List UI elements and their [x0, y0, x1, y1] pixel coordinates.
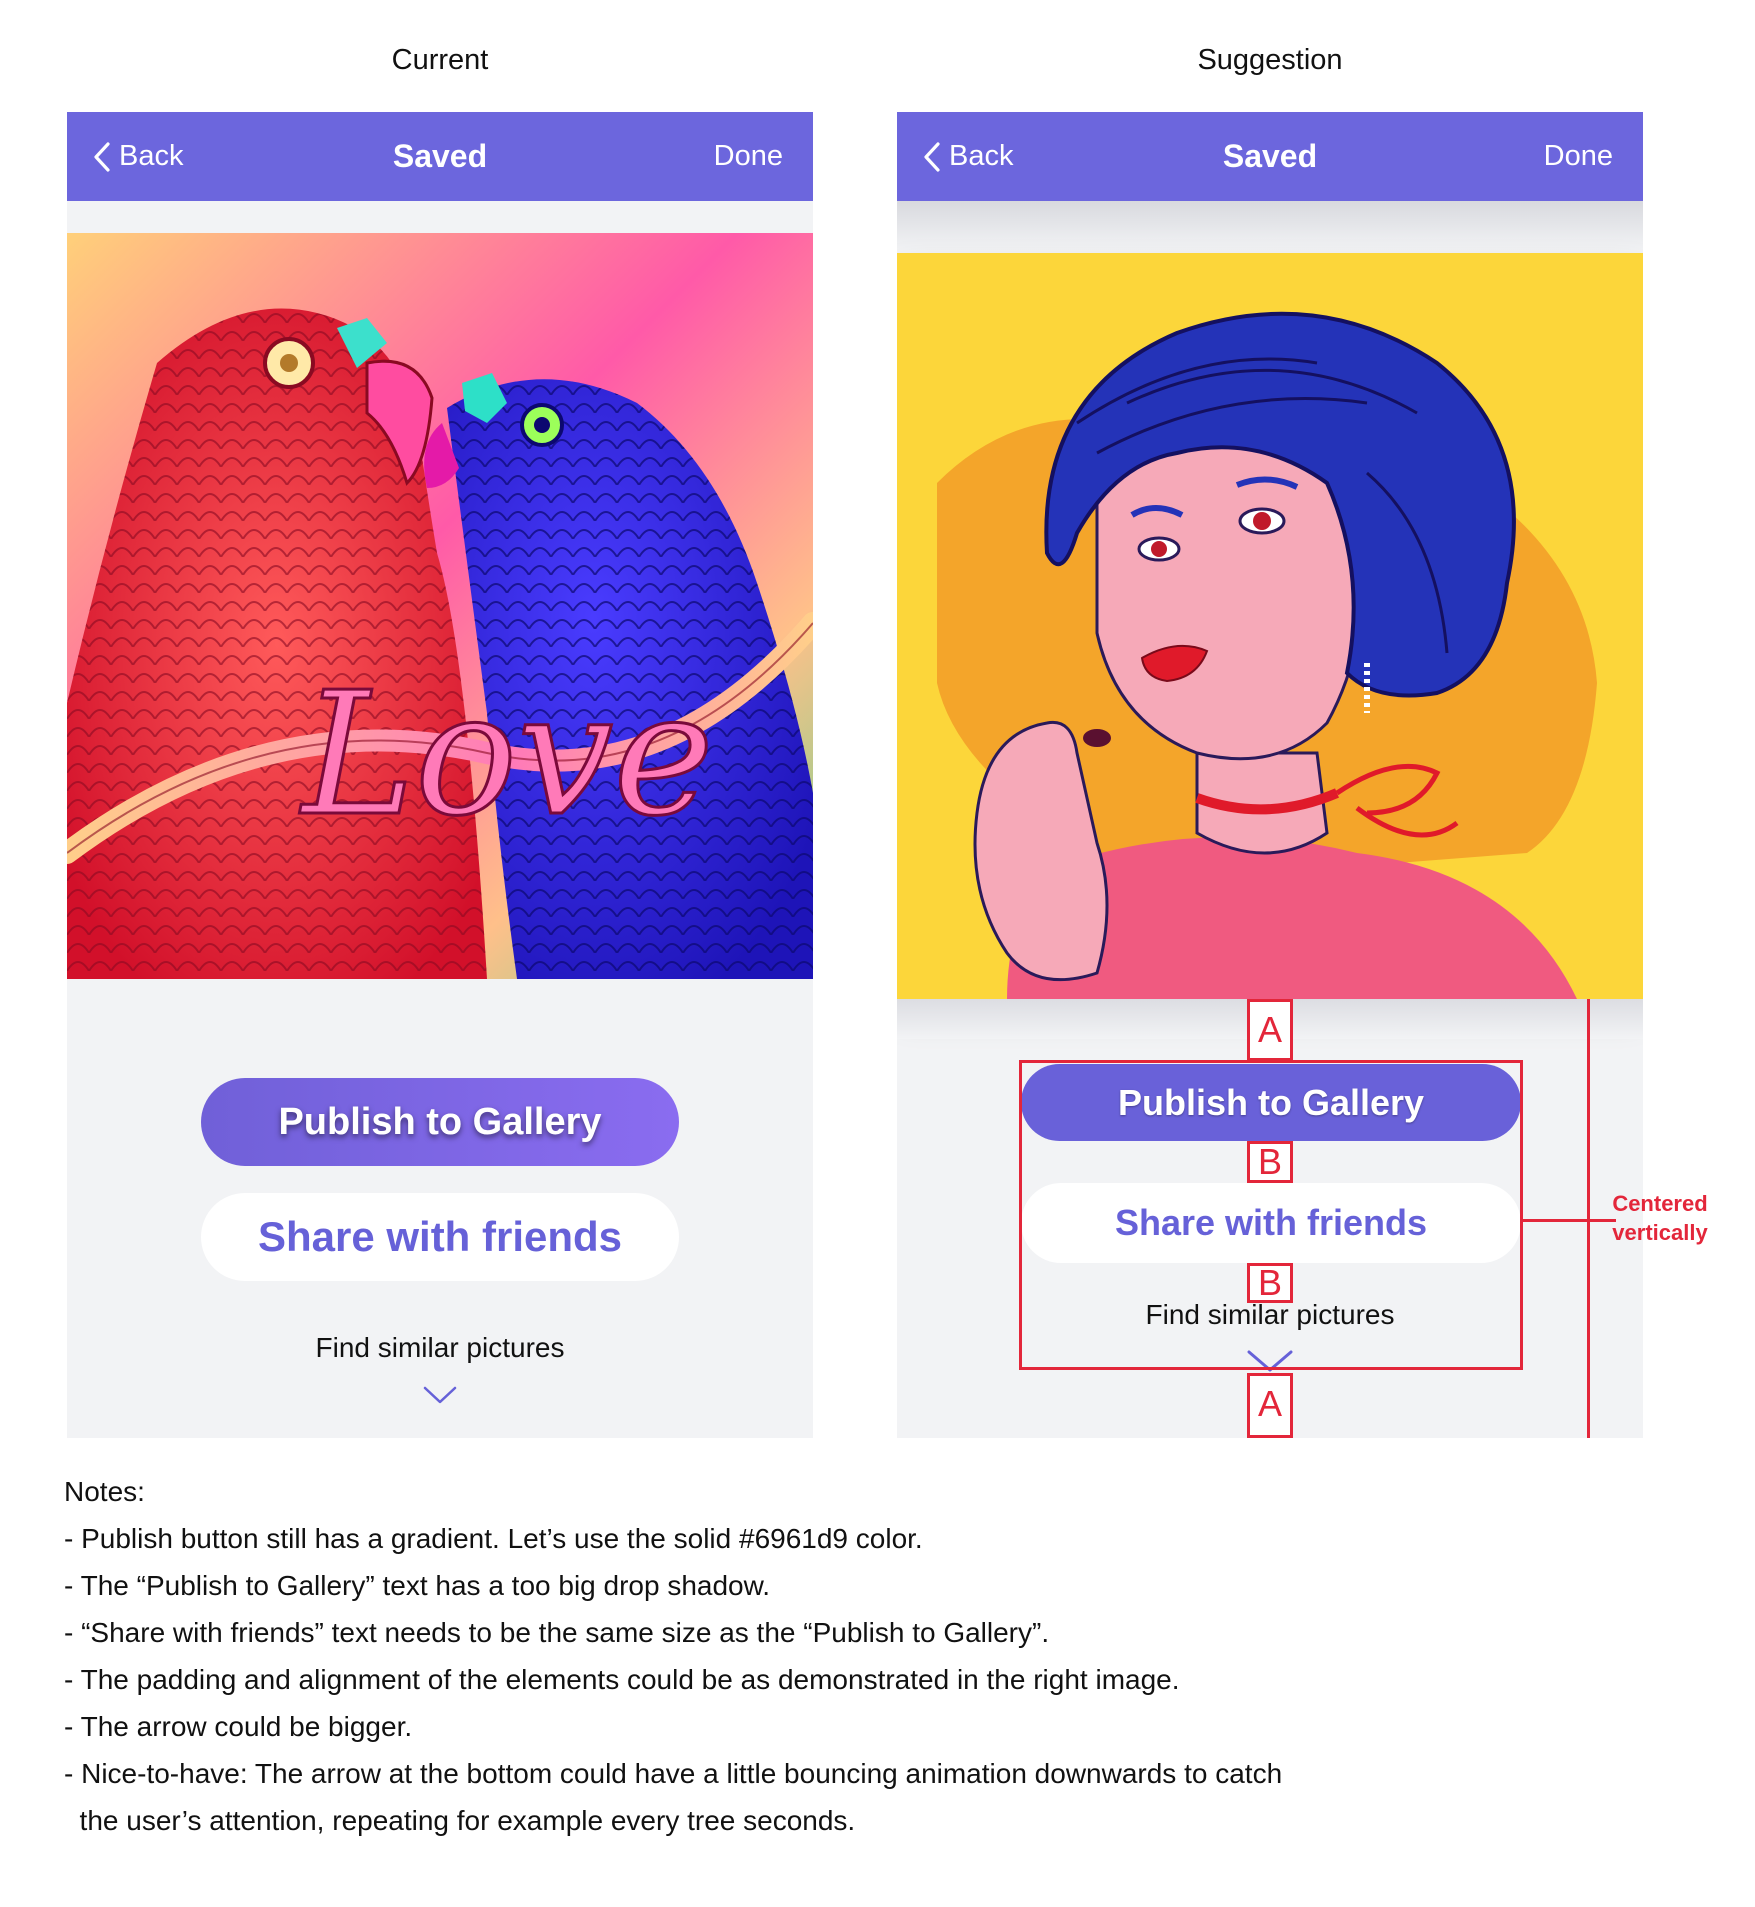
share-with-friends-button[interactable]: Share with friends	[201, 1193, 679, 1281]
suggestion-navbar: Back Saved Done	[897, 112, 1643, 201]
note-item: - Nice-to-have: The arrow at the bottom …	[64, 1758, 1283, 1789]
note-item: - The “Publish to Gallery” text has a to…	[64, 1570, 771, 1601]
chevron-down-icon[interactable]	[423, 1385, 457, 1405]
portrait-artwork-image	[897, 253, 1643, 999]
centered-label-line-1: Centered	[1612, 1191, 1708, 1216]
suggestion-back-button[interactable]: Back	[923, 112, 1013, 201]
spacing-label-b-upper: B	[1247, 1141, 1293, 1183]
center-connector-line	[1523, 1219, 1587, 1222]
suggestion-column-title: Suggestion	[1197, 44, 1343, 76]
navbar-shadow	[897, 201, 1643, 251]
note-item: - The padding and alignment of the eleme…	[64, 1664, 1180, 1695]
find-similar-pictures-link[interactable]: Find similar pictures	[67, 1332, 813, 1364]
spacing-label-b-lower: B	[1247, 1263, 1293, 1303]
note-item: - “Share with friends” text needs to be …	[64, 1617, 1050, 1648]
notes-section: Notes: - Publish button still has a grad…	[64, 1468, 1282, 1844]
love-lettering: Love	[299, 656, 714, 854]
spacing-annotation-box	[1019, 1060, 1523, 1370]
notes-heading: Notes:	[64, 1476, 145, 1507]
chevron-left-icon	[924, 141, 940, 172]
suggestion-phone-screen: Back Saved Done Publish to Gallery Share…	[897, 112, 1643, 1438]
current-back-button[interactable]: Back	[93, 112, 183, 201]
parrots-artwork-image: Love	[67, 233, 813, 979]
suggestion-done-button[interactable]: Done	[1544, 112, 1613, 201]
publish-to-gallery-button[interactable]: Publish to Gallery	[201, 1078, 679, 1166]
note-item: the user’s attention, repeating for exam…	[64, 1805, 856, 1836]
centered-vertically-label: Centered vertically	[1605, 1189, 1715, 1247]
spacing-label-a-bottom: A	[1247, 1373, 1293, 1438]
centered-label-line-2: vertically	[1612, 1220, 1708, 1245]
chevron-left-icon	[94, 141, 110, 172]
back-label: Back	[949, 140, 1014, 172]
current-phone-screen: Back Saved Done Love Publish to Gallery …	[67, 112, 813, 1438]
back-label: Back	[119, 140, 184, 172]
spacing-label-a-top: A	[1247, 999, 1293, 1061]
current-column-title: Current	[391, 44, 489, 76]
note-item: - The arrow could be bigger.	[64, 1711, 413, 1742]
note-item: - Publish button still has a gradient. L…	[64, 1523, 923, 1554]
current-navbar: Back Saved Done	[67, 112, 813, 201]
current-done-button[interactable]: Done	[714, 112, 783, 201]
